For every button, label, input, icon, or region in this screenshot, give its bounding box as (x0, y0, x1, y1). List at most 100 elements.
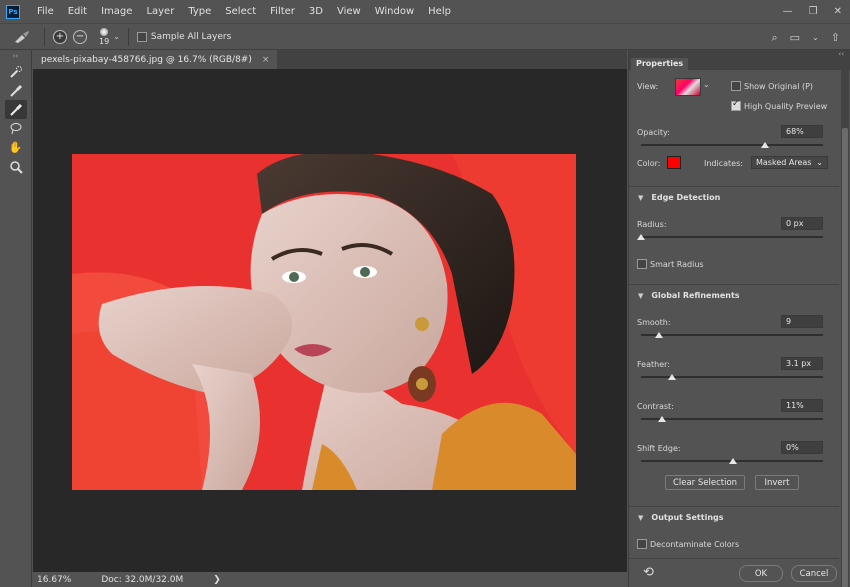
opacity-slider-track[interactable] (641, 144, 823, 146)
zoom-tool-icon[interactable] (5, 157, 27, 176)
tools-panel: ›› ✋ (0, 50, 32, 587)
restore-icon[interactable]: ❐ (809, 6, 818, 17)
smooth-slider-track[interactable] (641, 334, 823, 336)
chevron-down-icon: ⌄ (816, 158, 823, 167)
document-tab[interactable]: pexels-pixabay-458766.jpg @ 16.7% (RGB/8… (33, 50, 278, 69)
radius-field[interactable]: 0 px (781, 217, 823, 230)
subtract-mode-icon[interactable]: − (73, 29, 87, 44)
add-mode-icon[interactable]: + (53, 29, 67, 44)
zoom-level[interactable]: 16.67% (37, 575, 71, 585)
refine-edge-brush-tool-icon[interactable] (5, 81, 27, 100)
menu-help[interactable]: Help (421, 0, 458, 23)
overlay-color-swatch[interactable] (667, 156, 681, 169)
canvas-area[interactable] (33, 69, 627, 572)
edge-detection-header[interactable]: ▼ Edge Detection (629, 186, 839, 208)
contrast-label: Contrast: (637, 402, 674, 411)
collapse-triangle-icon: ▼ (638, 513, 644, 522)
ok-button[interactable]: OK (739, 565, 783, 582)
invert-button[interactable]: Invert (755, 475, 799, 490)
menu-bar: Ps File Edit Image Layer Type Select Fil… (0, 0, 850, 23)
panel-footer: ⟲ OK Cancel (629, 558, 839, 587)
feather-label: Feather: (637, 360, 670, 369)
panel-collapse-icon[interactable]: ‹‹ (838, 50, 844, 58)
high-quality-preview-checkbox[interactable] (731, 99, 741, 111)
menu-file[interactable]: File (30, 0, 61, 23)
decontaminate-colors-label: Decontaminate Colors (650, 540, 740, 549)
view-label: View: (637, 82, 659, 91)
reset-icon[interactable]: ⟲ (643, 565, 654, 580)
menu-type[interactable]: Type (181, 0, 218, 23)
photoshop-logo-icon: Ps (6, 4, 20, 19)
brush-size-value: 19 (99, 36, 110, 46)
share-icon[interactable]: ⇧ (831, 31, 840, 44)
document-tab-bar: pexels-pixabay-458766.jpg @ 16.7% (RGB/8… (33, 50, 627, 69)
menu-view[interactable]: View (330, 0, 368, 23)
edge-detection-title: Edge Detection (651, 193, 721, 202)
document-image[interactable] (72, 154, 576, 490)
search-icon[interactable]: ⌕ (772, 31, 778, 45)
cancel-button[interactable]: Cancel (791, 565, 837, 582)
collapse-triangle-icon: ▼ (638, 193, 644, 202)
view-mode-thumbnail[interactable] (675, 78, 701, 96)
contrast-field[interactable]: 11% (781, 399, 823, 412)
divider (127, 27, 129, 46)
feather-slider-thumb[interactable] (668, 374, 676, 380)
menu-edit[interactable]: Edit (61, 0, 94, 23)
smooth-label: Smooth: (637, 318, 671, 327)
indicates-value: Masked Areas (756, 158, 812, 167)
menu-select[interactable]: Select (218, 0, 263, 23)
refine-edge-brush-preset-icon[interactable] (8, 27, 36, 47)
opacity-slider-thumb[interactable] (761, 142, 769, 148)
panel-scrollbar[interactable] (841, 70, 849, 587)
close-tab-icon[interactable]: × (262, 55, 270, 65)
radius-label: Radius: (637, 220, 667, 229)
smart-radius-checkbox[interactable] (637, 259, 647, 269)
brush-tool-icon[interactable] (4, 100, 27, 119)
shift-edge-slider-thumb[interactable] (729, 458, 737, 464)
smooth-slider-thumb[interactable] (655, 332, 663, 338)
close-icon[interactable]: ✕ (834, 6, 842, 17)
panel-tab-bar: Properties ‹‹ (629, 50, 850, 70)
output-settings-header[interactable]: ▼ Output Settings (629, 506, 839, 528)
chevron-down-icon[interactable]: ⌄ (703, 80, 710, 89)
radius-slider-thumb[interactable] (637, 234, 645, 240)
panel-collapse-icon[interactable]: ›› (0, 50, 31, 62)
opacity-field[interactable]: 68% (781, 125, 823, 138)
global-refinements-title: Global Refinements (651, 291, 740, 300)
menu-layer[interactable]: Layer (139, 0, 181, 23)
sample-all-layers-label: Sample All Layers (150, 31, 232, 42)
chevron-down-icon[interactable]: ⌄ (113, 32, 120, 41)
menu-3d[interactable]: 3D (302, 0, 330, 23)
tab-properties[interactable]: Properties (631, 58, 689, 70)
quick-selection-tool-icon[interactable] (5, 62, 27, 81)
divider (44, 27, 45, 46)
smooth-field[interactable]: 9 (781, 315, 823, 328)
minimize-icon[interactable]: — (783, 6, 793, 17)
lasso-tool-icon[interactable] (5, 119, 27, 138)
status-menu-arrow-icon[interactable]: ❯ (213, 575, 221, 585)
shift-edge-field[interactable]: 0% (781, 441, 823, 454)
contrast-slider-thumb[interactable] (658, 416, 666, 422)
menu-image[interactable]: Image (94, 0, 139, 23)
high-quality-preview-label: High Quality Preview (744, 102, 828, 111)
feather-field[interactable]: 3.1 px (781, 357, 823, 370)
menu-filter[interactable]: Filter (263, 0, 302, 23)
collapse-triangle-icon: ▼ (638, 291, 644, 300)
menu-window[interactable]: Window (368, 0, 421, 23)
smart-radius-label: Smart Radius (650, 260, 704, 269)
hand-tool-icon[interactable]: ✋ (5, 138, 27, 157)
radius-slider-track[interactable] (641, 236, 823, 238)
clear-selection-button[interactable]: Clear Selection (665, 475, 745, 490)
sample-all-layers-checkbox[interactable] (136, 31, 147, 42)
chevron-down-icon[interactable]: ⌄ (812, 33, 819, 42)
show-original-checkbox[interactable] (731, 81, 741, 91)
show-original-label: Show Original (P) (744, 82, 814, 91)
decontaminate-colors-checkbox[interactable] (637, 539, 647, 549)
global-refinements-header[interactable]: ▼ Global Refinements (629, 284, 839, 306)
opacity-label: Opacity: (637, 128, 670, 137)
scrollbar-thumb[interactable] (842, 128, 848, 587)
contrast-slider-track[interactable] (641, 418, 823, 420)
workspace-icon[interactable]: ▭ (790, 31, 800, 44)
indicates-select[interactable]: Masked Areas ⌄ (751, 156, 828, 169)
brush-size-picker[interactable]: 19 (99, 27, 110, 46)
